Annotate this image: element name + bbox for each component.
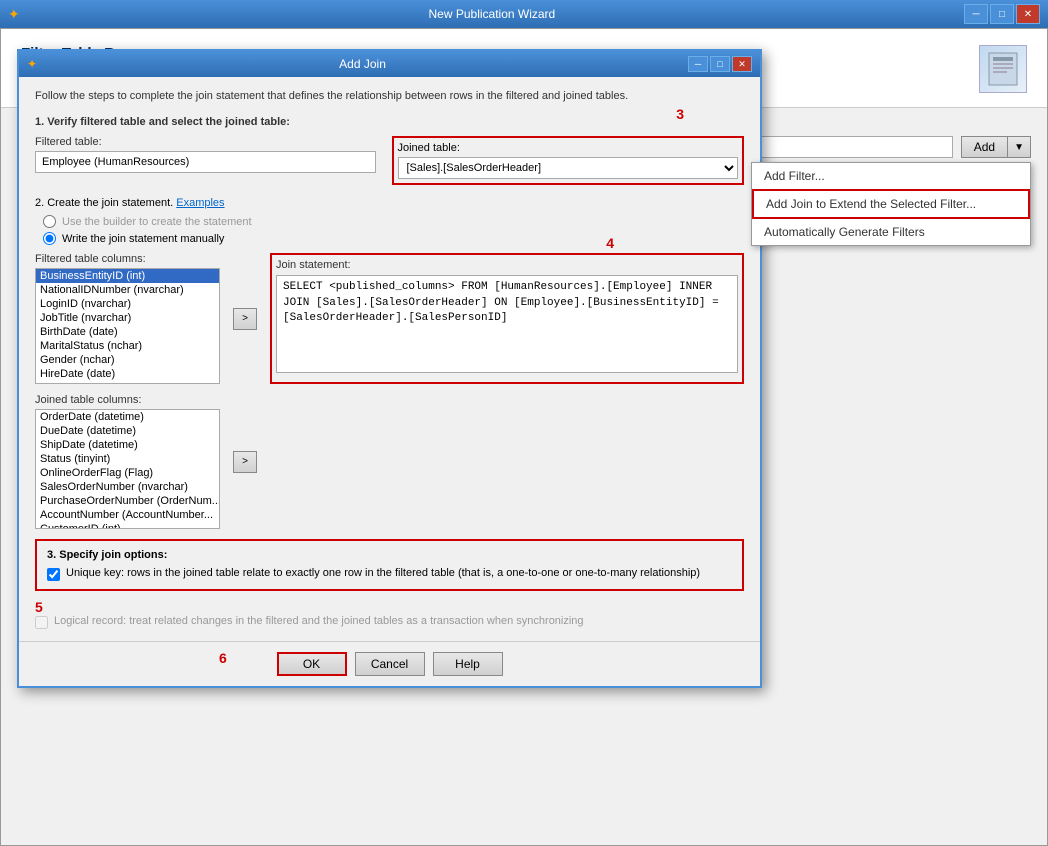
col-item-rowguid[interactable]: rowguid (uniqueidentifier)	[36, 381, 219, 384]
modal-instruction: Follow the steps to complete the join st…	[35, 89, 744, 104]
jcol-duedate[interactable]: DueDate (datetime)	[36, 424, 219, 438]
modal-body: Follow the steps to complete the join st…	[19, 77, 760, 641]
joined-columns-label: Joined table columns:	[35, 394, 220, 406]
joined-table-select[interactable]: [Sales].[SalesOrderHeader]	[398, 157, 739, 179]
jcol-orderdate[interactable]: OrderDate (datetime)	[36, 410, 219, 424]
join-statement-text[interactable]: SELECT <published_columns> FROM [HumanRe…	[276, 275, 738, 373]
jcol-status[interactable]: Status (tinyint)	[36, 452, 219, 466]
filtered-table-input[interactable]	[35, 151, 376, 173]
add-joined-column-button[interactable]: >	[233, 451, 257, 473]
database-icon	[985, 49, 1021, 89]
filtered-columns-list[interactable]: BusinessEntityID (int) NationalIDNumber …	[35, 268, 220, 384]
col-item-birthdate[interactable]: BirthDate (date)	[36, 325, 219, 339]
radio-builder: Use the builder to create the statement	[43, 215, 744, 228]
col-item-maritalstatus[interactable]: MaritalStatus (nchar)	[36, 339, 219, 353]
jcol-purchaseorder[interactable]: PurchaseOrderNumber (OrderNum...	[36, 494, 219, 508]
col-item-hiredate[interactable]: HireDate (date)	[36, 367, 219, 381]
col-item-nationalid[interactable]: NationalIDNumber (nvarchar)	[36, 283, 219, 297]
join-options-label: 3. Specify join options:	[47, 549, 732, 561]
radio-manual: Write the join statement manually	[43, 232, 744, 245]
radio-group: Use the builder to create the statement …	[43, 215, 744, 245]
add-column-button[interactable]: >	[233, 308, 257, 330]
joined-columns-list[interactable]: OrderDate (datetime) DueDate (datetime) …	[35, 409, 220, 529]
step1-section: 1. Verify filtered table and select the …	[35, 116, 744, 185]
logical-record-checkbox	[35, 616, 48, 629]
add-btn-container: Add ▼ Add Filter... Add Join to Extend t…	[961, 136, 1031, 158]
radio-builder-label: Use the builder to create the statement	[62, 216, 252, 228]
modal-footer: 6 OK Cancel Help	[19, 641, 760, 686]
ok-button[interactable]: OK	[277, 652, 347, 676]
unique-key-label: Unique key: rows in the joined table rel…	[66, 567, 700, 579]
add-join-item[interactable]: Add Join to Extend the Selected Filter..…	[752, 189, 1030, 219]
col-item-jobtitle[interactable]: JobTitle (nvarchar)	[36, 311, 219, 325]
table-selectors: 3 Filtered table: Joined table: [Sales].…	[35, 136, 744, 185]
col-item-loginid[interactable]: LoginID (nvarchar)	[36, 297, 219, 311]
radio-manual-label: Write the join statement manually	[62, 233, 224, 245]
join-options-box: 3. Specify join options: Unique key: row…	[35, 539, 744, 591]
jcol-shipdate[interactable]: ShipDate (datetime)	[36, 438, 219, 452]
logical-record-label: Logical record: treat related changes in…	[54, 615, 584, 627]
add-button[interactable]: Add	[961, 136, 1007, 158]
wizard-container: Filter Table Rows Add filters to publish…	[0, 28, 1048, 846]
radio-manual-input[interactable]	[43, 232, 56, 245]
join-statement-box: Join statement: SELECT <published_column…	[270, 253, 744, 384]
joined-cols-row: Joined table columns: OrderDate (datetim…	[35, 394, 744, 529]
col-item-gender[interactable]: Gender (nchar)	[36, 353, 219, 367]
columns-join-row: 4 Filtered table columns: BusinessEntity…	[35, 253, 744, 384]
col-item-businessentityid[interactable]: BusinessEntityID (int)	[36, 269, 219, 283]
wizard-icon	[979, 45, 1027, 93]
window-controls: ─ □ ✕	[964, 4, 1040, 24]
window-title: New Publication Wizard	[20, 7, 964, 21]
logical-record-option: Logical record: treat related changes in…	[35, 615, 744, 629]
jcol-salesordernumber[interactable]: SalesOrderNumber (nvarchar)	[36, 480, 219, 494]
step1-label: 1. Verify filtered table and select the …	[35, 116, 744, 128]
step3-section: 3. Specify join options: Unique key: row…	[35, 539, 744, 629]
arrow-btn-section: >	[230, 253, 260, 384]
jcol-accountnumber[interactable]: AccountNumber (AccountNumber...	[36, 508, 219, 522]
modal-minimize-button[interactable]: ─	[688, 56, 708, 72]
modal-icon: ✦	[27, 57, 37, 71]
add-dropdown-button[interactable]: ▼	[1007, 136, 1031, 158]
filtered-table-selector: Filtered table:	[35, 136, 376, 185]
joined-arrow-section: >	[230, 394, 260, 529]
jcol-onlineorderflag[interactable]: OnlineOrderFlag (Flag)	[36, 466, 219, 480]
filtered-table-label: Filtered table:	[35, 136, 376, 148]
joined-table-label: Joined table:	[398, 142, 739, 154]
jcol-customerid[interactable]: CustomerID (int)	[36, 522, 219, 529]
filtered-columns-label: Filtered table columns:	[35, 253, 220, 265]
app-icon: ✦	[8, 6, 20, 23]
minimize-button[interactable]: ─	[964, 4, 988, 24]
modal-close-button[interactable]: ✕	[732, 56, 752, 72]
close-button[interactable]: ✕	[1016, 4, 1040, 24]
step3-number: 3	[676, 106, 684, 122]
help-button[interactable]: Help	[433, 652, 503, 676]
title-bar: ✦ New Publication Wizard ─ □ ✕	[0, 0, 1048, 28]
add-filter-item[interactable]: Add Filter...	[752, 163, 1030, 189]
radio-builder-input[interactable]	[43, 215, 56, 228]
step6-number: 6	[219, 650, 227, 666]
joined-table-container: Joined table: [Sales].[SalesOrderHeader]	[392, 136, 745, 185]
unique-key-option: Unique key: rows in the joined table rel…	[47, 567, 732, 581]
modal-title-bar: ✦ Add Join ─ □ ✕	[19, 51, 760, 77]
cancel-button[interactable]: Cancel	[355, 652, 425, 676]
step2-header: 2. Create the join statement. Examples	[35, 197, 744, 209]
join-statement-label: Join statement:	[276, 259, 738, 271]
step2-section: 2. Create the join statement. Examples U…	[35, 197, 744, 529]
examples-link[interactable]: Examples	[176, 197, 224, 209]
maximize-button[interactable]: □	[990, 4, 1014, 24]
unique-key-checkbox[interactable]	[47, 568, 60, 581]
modal-title: Add Join	[37, 57, 688, 71]
filtered-columns-section: Filtered table columns: BusinessEntityID…	[35, 253, 220, 384]
step5-number: 5	[35, 599, 43, 615]
modal-maximize-button[interactable]: □	[710, 56, 730, 72]
joined-columns-section: Joined table columns: OrderDate (datetim…	[35, 394, 220, 529]
add-dropdown-menu: Add Filter... Add Join to Extend the Sel…	[751, 162, 1031, 246]
step4-number: 4	[606, 235, 614, 251]
step2-label: 2. Create the join statement. Examples	[35, 197, 225, 209]
auto-generate-item[interactable]: Automatically Generate Filters	[752, 219, 1030, 245]
add-join-modal: ✦ Add Join ─ □ ✕ Follow the steps to com…	[17, 49, 762, 688]
modal-controls: ─ □ ✕	[688, 56, 752, 72]
